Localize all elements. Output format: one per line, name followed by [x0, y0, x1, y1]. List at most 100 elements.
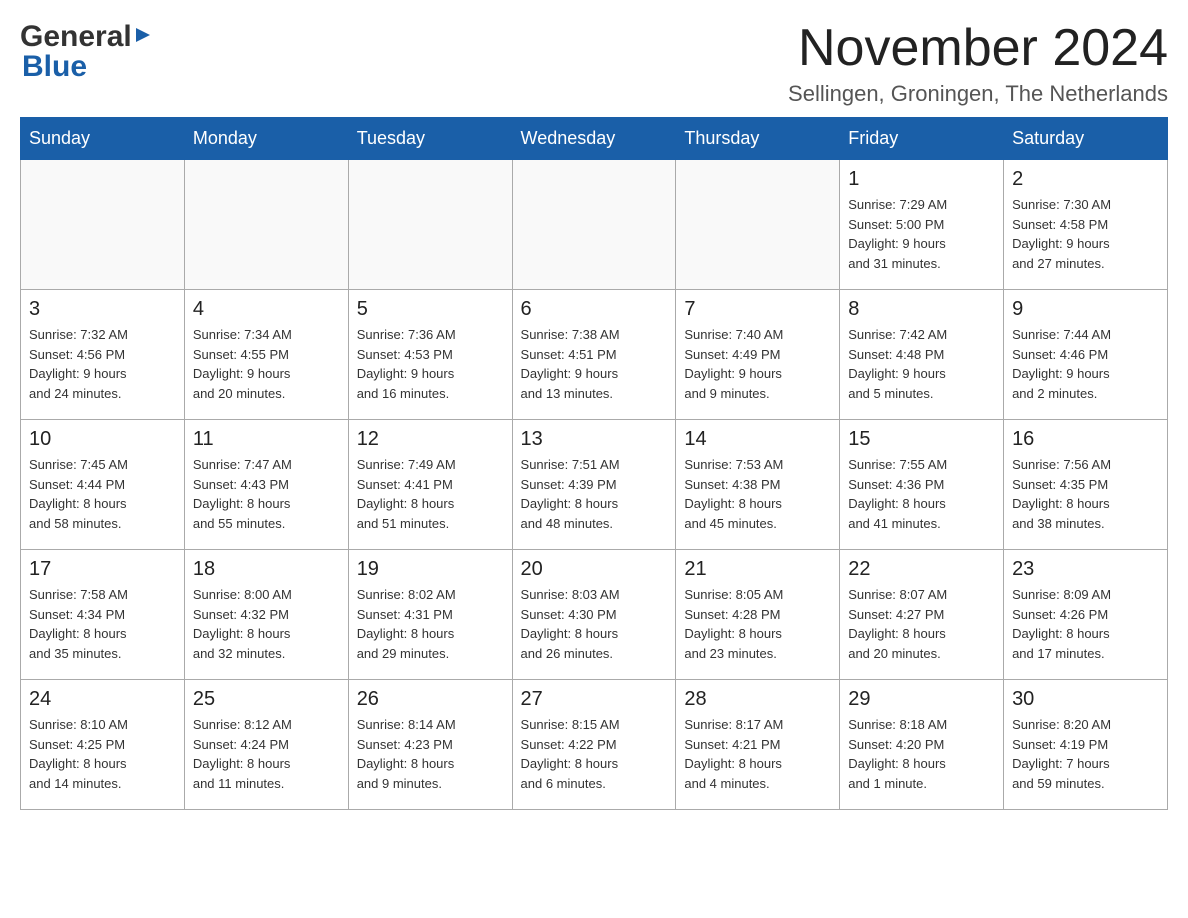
calendar-cell	[676, 160, 840, 290]
day-number: 19	[357, 558, 504, 581]
day-number: 17	[29, 558, 176, 581]
day-number: 6	[521, 298, 668, 321]
calendar-cell: 12Sunrise: 7:49 AM Sunset: 4:41 PM Dayli…	[348, 420, 512, 550]
calendar-cell	[184, 160, 348, 290]
day-number: 28	[684, 688, 831, 711]
day-number: 2	[1012, 168, 1159, 191]
calendar-cell: 28 Sunrise: 8:17 AM Sunset: 4:21 PM Dayli…	[676, 680, 840, 810]
day-number: 4	[193, 298, 340, 321]
day-number: 16	[1012, 428, 1159, 451]
day-number: 14	[684, 428, 831, 451]
calendar-cell	[512, 160, 676, 290]
calendar-week-3: 10 Sunrise: 7:45 AM Sunset: 4:44 PM Dayli…	[21, 420, 1168, 550]
day-info: Sunrise: 7:29 AM Sunset: 5:00 PM Dayligh…	[848, 195, 995, 273]
calendar-table: SundayMondayTuesdayWednesdayThursdayFrid…	[20, 117, 1168, 810]
calendar-cell: 29 Sunrise: 8:18 AM Sunset: 4:20 PM Dayli…	[840, 680, 1004, 810]
day-number: 29	[848, 688, 995, 711]
day-number: 24	[29, 688, 176, 711]
day-info: Sunrise: 8:00 AM Sunset: 4:32 PM Dayligh…	[193, 585, 340, 663]
calendar-cell: 30 Sunrise: 8:20 AM Sunset: 4:19 PM Dayli…	[1004, 680, 1168, 810]
calendar-cell: 18 Sunrise: 8:00 AM Sunset: 4:32 PM Dayli…	[184, 550, 348, 680]
day-info: Sunrise: 8:18 AM Sunset: 4:20 PM Dayligh…	[848, 715, 995, 793]
calendar-cell: 20 Sunrise: 8:03 AM Sunset: 4:30 PM Dayli…	[512, 550, 676, 680]
calendar-header-friday: Friday	[840, 118, 1004, 160]
calendar-cell: 27Sunrise: 8:15 AM Sunset: 4:22 PM Dayli…	[512, 680, 676, 810]
day-number: 20	[521, 558, 668, 581]
calendar-header-saturday: Saturday	[1004, 118, 1168, 160]
calendar-header-sunday: Sunday	[21, 118, 185, 160]
calendar-cell: 19 Sunrise: 8:02 AM Sunset: 4:31 PM Dayli…	[348, 550, 512, 680]
day-info: Sunrise: 8:03 AM Sunset: 4:30 PM Dayligh…	[521, 585, 668, 663]
day-info: Sunrise: 7:47 AM Sunset: 4:43 PM Dayligh…	[193, 455, 340, 533]
calendar-cell: 4 Sunrise: 7:34 AM Sunset: 4:55 PM Daylig…	[184, 290, 348, 420]
calendar-cell: 16 Sunrise: 7:56 AM Sunset: 4:35 PM Dayli…	[1004, 420, 1168, 550]
day-info: Sunrise: 7:55 AM Sunset: 4:36 PM Dayligh…	[848, 455, 995, 533]
day-number: 26	[357, 688, 504, 711]
calendar-week-4: 17 Sunrise: 7:58 AM Sunset: 4:34 PM Dayli…	[21, 550, 1168, 680]
day-number: 13	[521, 428, 668, 451]
day-info: Sunrise: 7:53 AM Sunset: 4:38 PM Dayligh…	[684, 455, 831, 533]
day-info: Sunrise: 7:34 AM Sunset: 4:55 PM Dayligh…	[193, 325, 340, 403]
calendar-cell: 23Sunrise: 8:09 AM Sunset: 4:26 PM Dayli…	[1004, 550, 1168, 680]
day-number: 5	[357, 298, 504, 321]
day-number: 8	[848, 298, 995, 321]
day-info: Sunrise: 7:30 AM Sunset: 4:58 PM Dayligh…	[1012, 195, 1159, 273]
day-info: Sunrise: 7:36 AM Sunset: 4:53 PM Dayligh…	[357, 325, 504, 403]
calendar-cell: 15 Sunrise: 7:55 AM Sunset: 4:36 PM Dayli…	[840, 420, 1004, 550]
day-info: Sunrise: 7:42 AM Sunset: 4:48 PM Dayligh…	[848, 325, 995, 403]
day-info: Sunrise: 8:17 AM Sunset: 4:21 PM Dayligh…	[684, 715, 831, 793]
day-info: Sunrise: 7:38 AM Sunset: 4:51 PM Dayligh…	[521, 325, 668, 403]
calendar-cell: 13Sunrise: 7:51 AM Sunset: 4:39 PM Dayli…	[512, 420, 676, 550]
location-text: Sellingen, Groningen, The Netherlands	[788, 81, 1168, 107]
calendar-cell: 11 Sunrise: 7:47 AM Sunset: 4:43 PM Dayli…	[184, 420, 348, 550]
day-info: Sunrise: 8:02 AM Sunset: 4:31 PM Dayligh…	[357, 585, 504, 663]
calendar-header-thursday: Thursday	[676, 118, 840, 160]
calendar-cell: 7 Sunrise: 7:40 AM Sunset: 4:49 PM Daylig…	[676, 290, 840, 420]
day-info: Sunrise: 8:14 AM Sunset: 4:23 PM Dayligh…	[357, 715, 504, 793]
calendar-cell: 17 Sunrise: 7:58 AM Sunset: 4:34 PM Dayli…	[21, 550, 185, 680]
calendar-cell: 10 Sunrise: 7:45 AM Sunset: 4:44 PM Dayli…	[21, 420, 185, 550]
calendar-cell	[348, 160, 512, 290]
logo-general-text: General	[20, 20, 132, 54]
calendar-cell: 8 Sunrise: 7:42 AM Sunset: 4:48 PM Daylig…	[840, 290, 1004, 420]
day-info: Sunrise: 7:44 AM Sunset: 4:46 PM Dayligh…	[1012, 325, 1159, 403]
calendar-cell: 26 Sunrise: 8:14 AM Sunset: 4:23 PM Dayli…	[348, 680, 512, 810]
calendar-cell: 24 Sunrise: 8:10 AM Sunset: 4:25 PM Dayli…	[21, 680, 185, 810]
day-number: 25	[193, 688, 340, 711]
day-number: 15	[848, 428, 995, 451]
day-info: Sunrise: 7:45 AM Sunset: 4:44 PM Dayligh…	[29, 455, 176, 533]
day-number: 7	[684, 298, 831, 321]
calendar-week-5: 24 Sunrise: 8:10 AM Sunset: 4:25 PM Dayli…	[21, 680, 1168, 810]
day-info: Sunrise: 8:10 AM Sunset: 4:25 PM Dayligh…	[29, 715, 176, 793]
day-number: 10	[29, 428, 176, 451]
day-info: Sunrise: 7:32 AM Sunset: 4:56 PM Dayligh…	[29, 325, 176, 403]
day-number: 30	[1012, 688, 1159, 711]
day-info: Sunrise: 8:15 AM Sunset: 4:22 PM Dayligh…	[521, 715, 668, 793]
calendar-header-monday: Monday	[184, 118, 348, 160]
calendar-cell: 1Sunrise: 7:29 AM Sunset: 5:00 PM Daylig…	[840, 160, 1004, 290]
calendar-cell: 3Sunrise: 7:32 AM Sunset: 4:56 PM Daylig…	[21, 290, 185, 420]
day-number: 22	[848, 558, 995, 581]
month-title: November 2024	[788, 20, 1168, 77]
title-area: November 2024 Sellingen, Groningen, The …	[788, 20, 1168, 107]
logo-arrow-icon	[132, 24, 154, 51]
day-number: 11	[193, 428, 340, 451]
day-info: Sunrise: 8:20 AM Sunset: 4:19 PM Dayligh…	[1012, 715, 1159, 793]
logo-blue-text: Blue	[22, 50, 87, 84]
calendar-cell: 6 Sunrise: 7:38 AM Sunset: 4:51 PM Daylig…	[512, 290, 676, 420]
calendar-cell	[21, 160, 185, 290]
calendar-week-2: 3Sunrise: 7:32 AM Sunset: 4:56 PM Daylig…	[21, 290, 1168, 420]
day-info: Sunrise: 8:09 AM Sunset: 4:26 PM Dayligh…	[1012, 585, 1159, 663]
day-info: Sunrise: 7:40 AM Sunset: 4:49 PM Dayligh…	[684, 325, 831, 403]
calendar-cell: 9Sunrise: 7:44 AM Sunset: 4:46 PM Daylig…	[1004, 290, 1168, 420]
calendar-cell: 21Sunrise: 8:05 AM Sunset: 4:28 PM Dayli…	[676, 550, 840, 680]
calendar-cell: 2 Sunrise: 7:30 AM Sunset: 4:58 PM Daylig…	[1004, 160, 1168, 290]
day-info: Sunrise: 8:07 AM Sunset: 4:27 PM Dayligh…	[848, 585, 995, 663]
calendar-header-tuesday: Tuesday	[348, 118, 512, 160]
day-info: Sunrise: 7:58 AM Sunset: 4:34 PM Dayligh…	[29, 585, 176, 663]
day-info: Sunrise: 7:49 AM Sunset: 4:41 PM Dayligh…	[357, 455, 504, 533]
day-info: Sunrise: 7:56 AM Sunset: 4:35 PM Dayligh…	[1012, 455, 1159, 533]
page-header: General Blue November 2024 Sellingen, Gr…	[20, 20, 1168, 107]
calendar-header-wednesday: Wednesday	[512, 118, 676, 160]
day-number: 18	[193, 558, 340, 581]
